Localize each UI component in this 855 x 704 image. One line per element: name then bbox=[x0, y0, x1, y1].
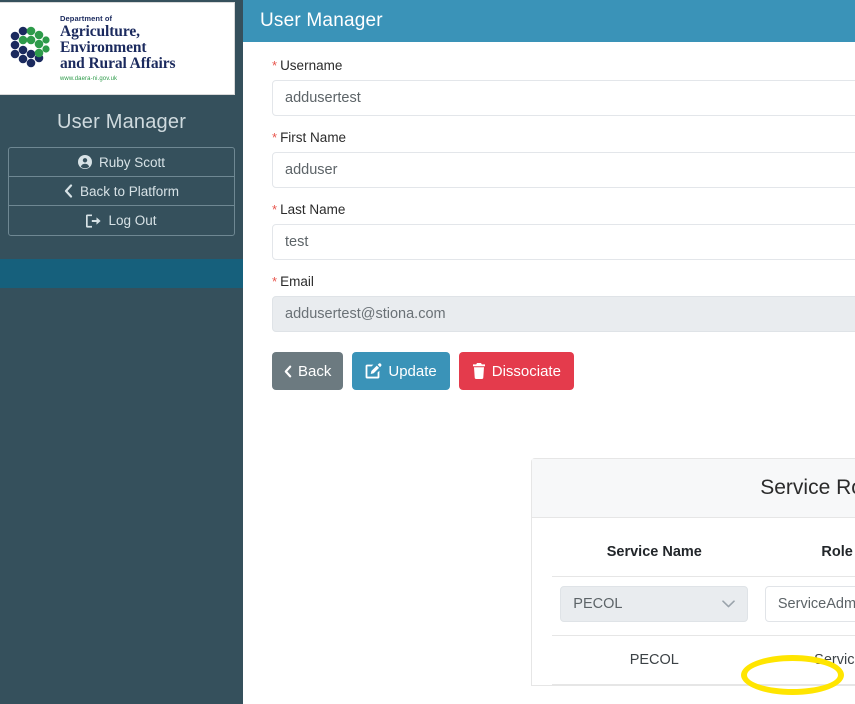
update-button-label: Update bbox=[388, 362, 437, 380]
last-name-input[interactable] bbox=[272, 224, 855, 260]
main-content: User Manager *Username *First Name *Last… bbox=[243, 0, 855, 704]
role-name-select-value: ServiceAdmin bbox=[777, 596, 855, 612]
chevron-down-icon bbox=[722, 596, 736, 612]
form-actions: Back Update Dissociate bbox=[272, 352, 855, 390]
sidebar-item-back-to-platform[interactable]: Back to Platform bbox=[9, 177, 234, 206]
role-name-select[interactable]: ServiceAdmin bbox=[764, 586, 855, 622]
sidebar-menu: Ruby Scott Back to Platform Log Out bbox=[8, 147, 235, 236]
service-name-select[interactable]: PECOL bbox=[560, 586, 749, 622]
back-button-label: Back bbox=[298, 362, 332, 380]
service-roles-card: Service Roles Service Name Role Name bbox=[531, 458, 855, 686]
edit-square-icon bbox=[365, 363, 382, 379]
daera-logo: Department of Agriculture, Environment a… bbox=[0, 2, 235, 95]
sidebar: Department of Agriculture, Environment a… bbox=[0, 0, 243, 704]
page-title: User Manager bbox=[260, 10, 383, 31]
username-input[interactable] bbox=[272, 80, 855, 116]
sidebar-item-back-label: Back to Platform bbox=[79, 183, 180, 199]
field-email-label: * Email bbox=[272, 274, 855, 289]
sidebar-item-user[interactable]: Ruby Scott bbox=[9, 148, 234, 177]
service-roles-header: Service Roles bbox=[532, 459, 855, 518]
update-button[interactable]: Update bbox=[352, 352, 450, 390]
sidebar-item-log-out[interactable]: Log Out bbox=[9, 206, 234, 235]
service-roles-title: Service Roles bbox=[760, 476, 855, 499]
table-header-row: Service Name Role Name bbox=[552, 526, 855, 577]
trash-icon bbox=[472, 363, 486, 379]
row-service-name: PECOL bbox=[552, 635, 757, 685]
field-last-name-label-text: Last Name bbox=[280, 202, 346, 217]
service-roles-table: Service Name Role Name PECOL bbox=[552, 526, 855, 685]
field-first-name-label-text: First Name bbox=[280, 130, 347, 145]
logo-website-url: www.daera-ni.gov.uk bbox=[60, 75, 118, 82]
field-email-label-text: Email bbox=[280, 274, 314, 289]
service-roles-body: Service Name Role Name PECOL bbox=[532, 518, 855, 685]
field-first-name-label: * First Name bbox=[272, 130, 855, 145]
service-name-select-value: PECOL bbox=[573, 596, 623, 612]
field-last-name: * Last Name bbox=[272, 202, 855, 260]
table-row: PECOL ServiceAdmin Revoke bbox=[552, 635, 855, 685]
grant-row-role-cell: ServiceAdmin bbox=[756, 576, 855, 636]
field-email: * Email bbox=[272, 274, 855, 332]
required-asterisk: * bbox=[272, 58, 278, 73]
app-root: Department of Agriculture, Environment a… bbox=[0, 0, 855, 704]
column-header-service-name: Service Name bbox=[552, 526, 757, 577]
required-asterisk: * bbox=[272, 202, 278, 217]
grant-row: PECOL ServiceAdmin bbox=[552, 576, 855, 636]
sidebar-accent-band bbox=[0, 259, 243, 288]
user-circle-icon bbox=[77, 155, 92, 169]
daera-logo-mark-icon bbox=[8, 25, 52, 73]
grant-row-service-cell: PECOL bbox=[552, 576, 757, 636]
user-form: *Username *First Name *Last Name *Email bbox=[243, 42, 855, 390]
logo-name-line-1: Agriculture, Environment bbox=[60, 22, 147, 57]
sidebar-item-user-label: Ruby Scott bbox=[98, 154, 166, 170]
logo-name-line-2: and Rural Affairs bbox=[60, 55, 176, 73]
row-role-name: ServiceAdmin bbox=[756, 635, 855, 685]
field-username-label-text: Username bbox=[280, 58, 343, 73]
page-header: User Manager bbox=[243, 0, 855, 42]
field-first-name: * First Name bbox=[272, 130, 855, 188]
logo-department-line: Department of bbox=[60, 14, 113, 24]
chevron-left-icon bbox=[64, 184, 73, 198]
field-username-label: * Username bbox=[272, 58, 855, 73]
email-input bbox=[272, 296, 855, 332]
chevron-left-icon bbox=[284, 365, 292, 378]
sign-out-icon bbox=[86, 213, 102, 228]
sidebar-title: User Manager bbox=[56, 111, 187, 133]
required-asterisk: * bbox=[272, 130, 278, 145]
column-header-role-name: Role Name bbox=[756, 526, 855, 577]
back-button[interactable]: Back bbox=[272, 352, 344, 390]
field-username: * Username bbox=[272, 58, 855, 116]
required-asterisk: * bbox=[272, 274, 278, 289]
first-name-input[interactable] bbox=[272, 152, 855, 188]
dissociate-button-label: Dissociate bbox=[491, 362, 561, 380]
dissociate-button[interactable]: Dissociate bbox=[458, 352, 574, 390]
sidebar-item-logout-label: Log Out bbox=[108, 213, 157, 228]
field-last-name-label: * Last Name bbox=[272, 202, 855, 217]
